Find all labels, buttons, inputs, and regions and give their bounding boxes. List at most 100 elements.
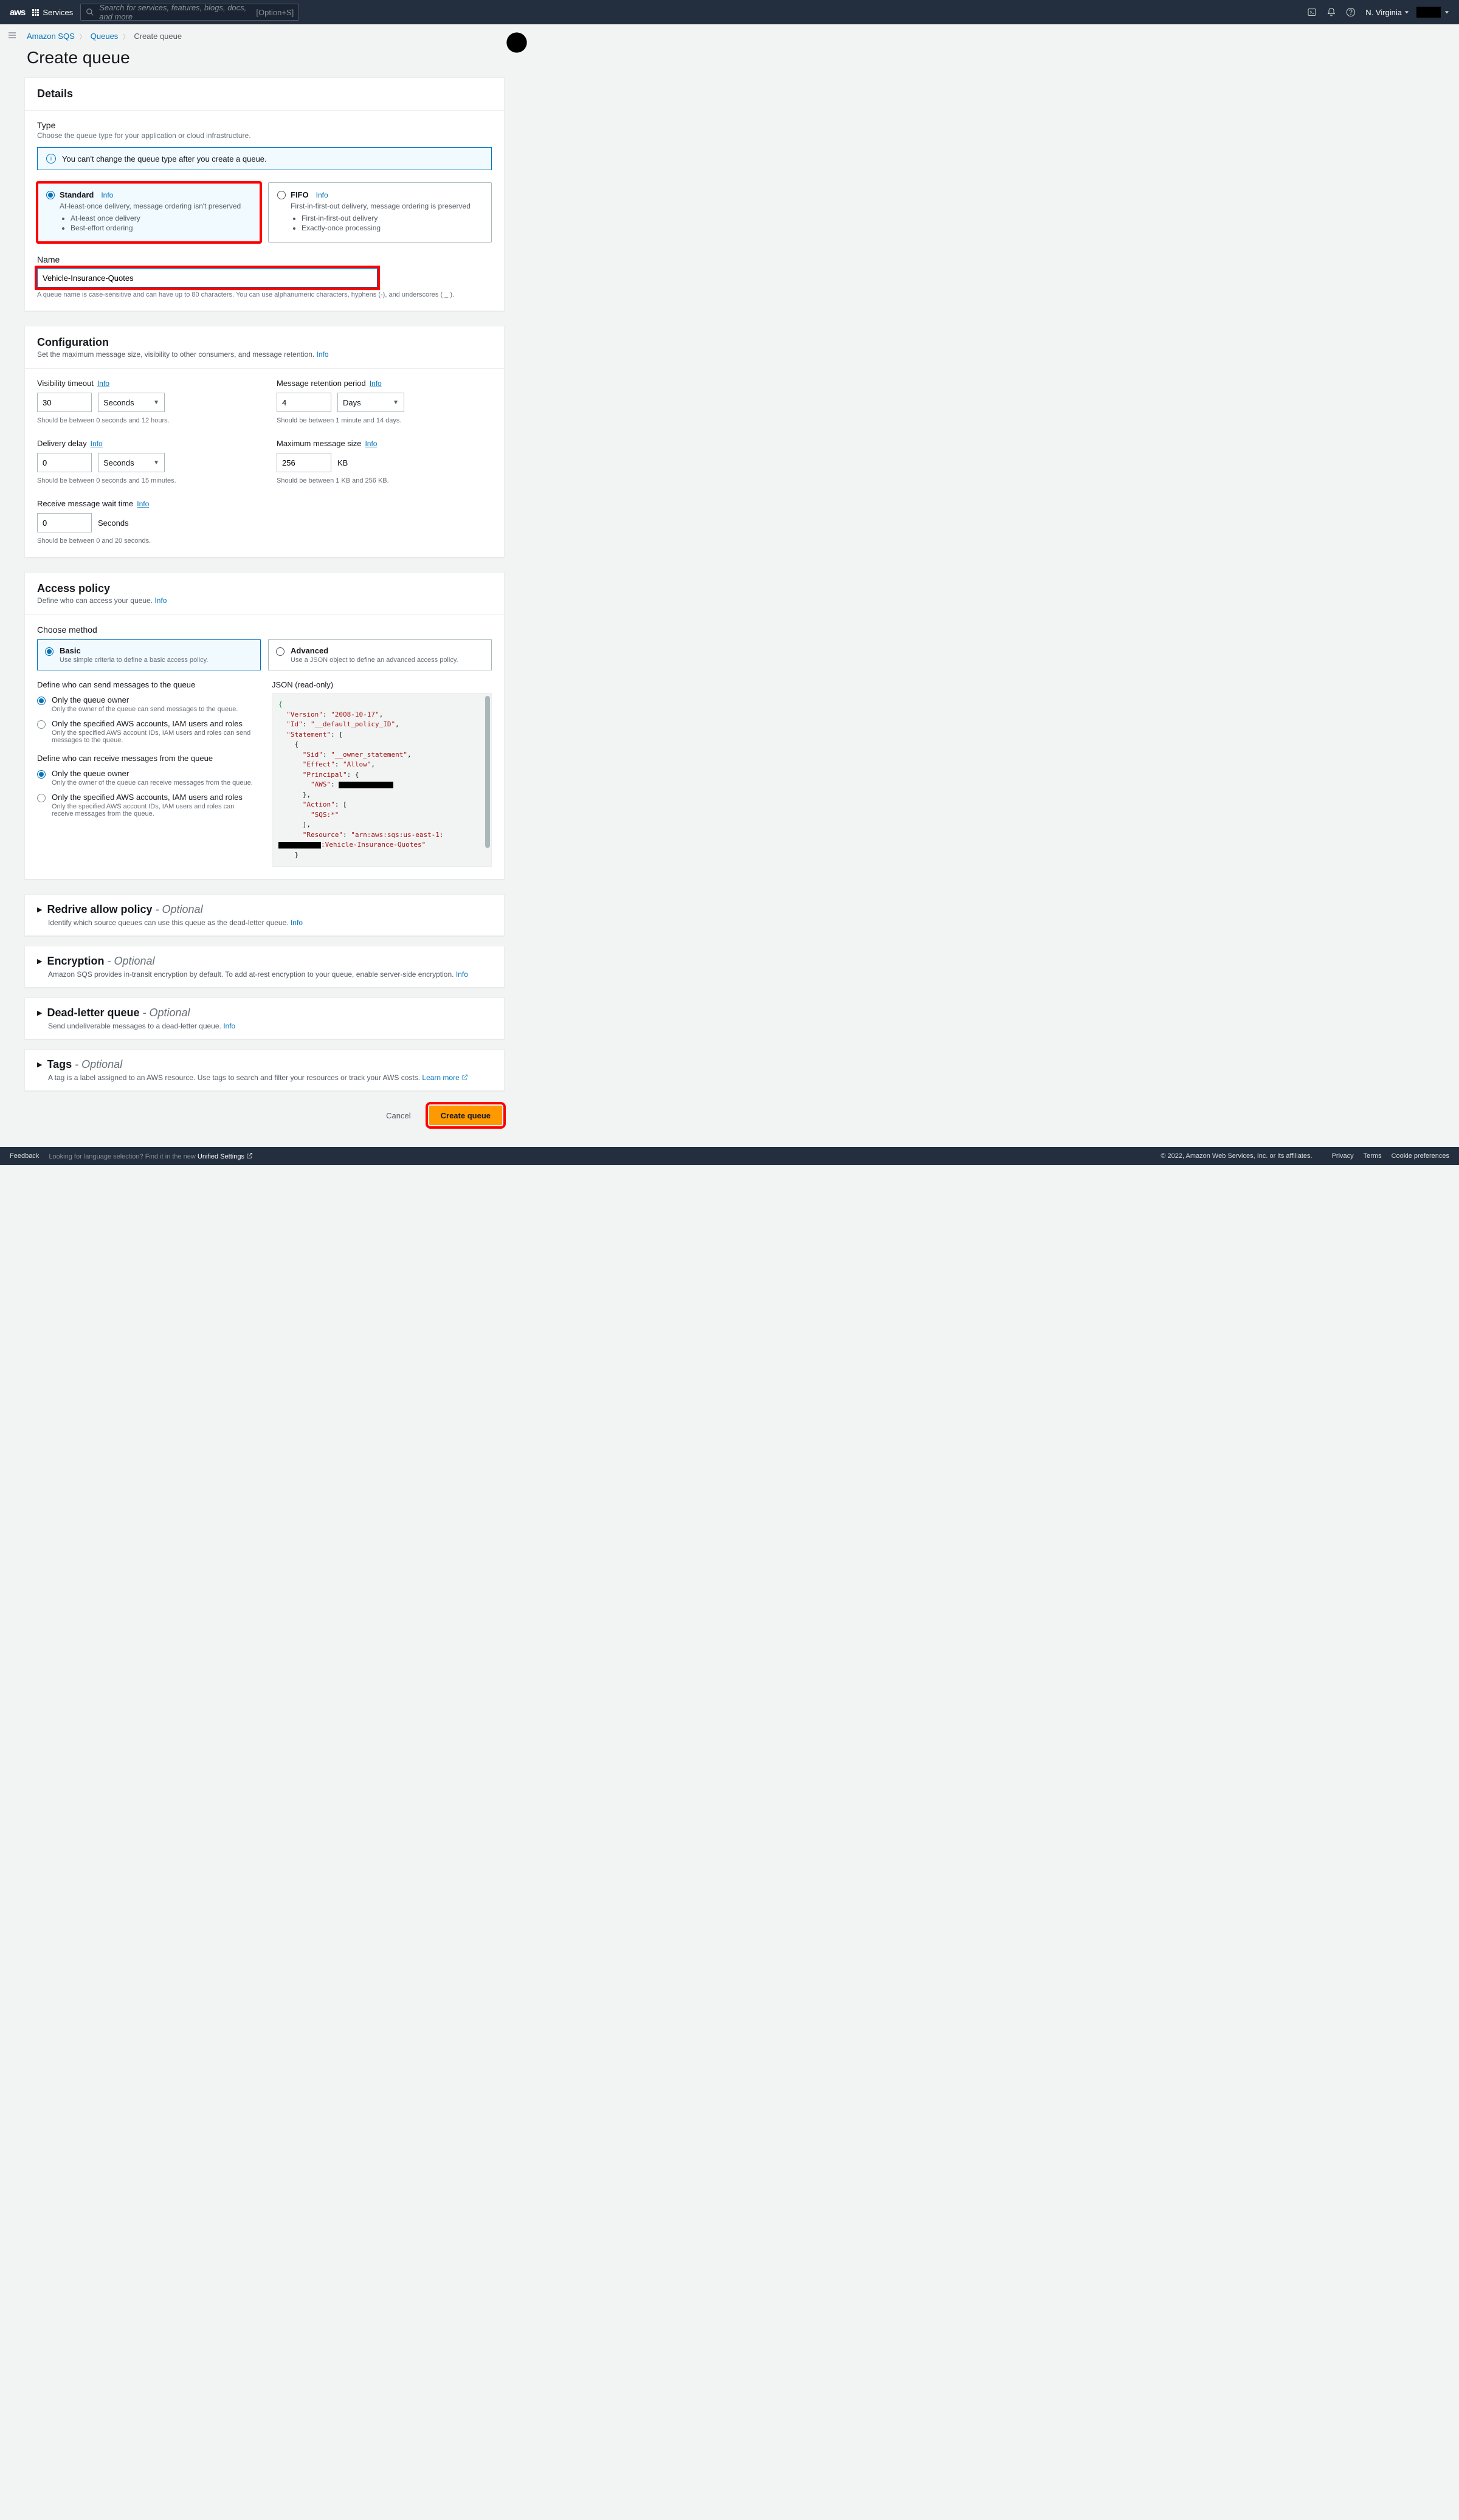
notifications-icon[interactable] [1322,2,1341,22]
hamburger-icon [7,30,17,40]
info-link[interactable]: Info [101,191,113,199]
cloudshell-icon[interactable] [1302,2,1322,22]
encryption-toggle[interactable]: ▶ Encryption - Optional [37,955,492,968]
dlq-toggle[interactable]: ▶ Dead-letter queue - Optional [37,1007,492,1019]
redacted-text [339,782,393,788]
visibility-timeout-input[interactable] [37,393,92,412]
info-icon: i [46,154,56,164]
search-icon [86,8,94,16]
delay-unit[interactable]: Seconds▼ [98,453,165,472]
chevron-right-icon: 〉 [123,32,129,41]
visibility-timeout-field: Visibility timeoutInfo Seconds▼ Should b… [37,379,252,424]
info-link[interactable]: Info [291,918,303,927]
radio-icon [37,794,46,802]
learn-more-link[interactable]: Learn more [422,1073,467,1082]
external-link-icon [461,1074,468,1081]
external-link-icon [246,1152,253,1159]
redrive-toggle[interactable]: ▶ Redrive allow policy - Optional [37,903,492,916]
services-grid-icon [32,9,39,16]
delay-input[interactable] [37,453,92,472]
search-shortcut: [Option+S] [256,8,294,17]
cancel-button[interactable]: Cancel [375,1106,421,1125]
triangle-right-icon: ▶ [37,1061,42,1069]
tags-toggle[interactable]: ▶ Tags - Optional [37,1058,492,1071]
help-icon[interactable] [1341,2,1361,22]
fifo-desc: First-in-first-out delivery, message ord… [291,202,483,210]
info-link[interactable]: Info [317,350,329,359]
visibility-hint: Should be between 0 seconds and 12 hours… [37,417,252,424]
info-link[interactable]: Info [365,439,377,448]
cookie-link[interactable]: Cookie preferences [1392,1152,1449,1160]
info-link[interactable]: Info [370,379,382,388]
wait-field: Receive message wait timeInfo Seconds Sh… [37,499,252,545]
help-panel-toggle[interactable] [505,24,529,55]
send-owner-option[interactable]: Only the queue ownerOnly the owner of th… [37,695,257,713]
fifo-title: FIFO [291,190,309,199]
info-link[interactable]: Info [91,439,103,448]
aws-logo[interactable]: aws [10,7,25,18]
method-advanced[interactable]: Advanced Use a JSON object to define an … [268,639,492,670]
info-link[interactable]: Info [223,1022,235,1030]
footer-lang: Looking for language selection? Find it … [49,1152,253,1160]
info-banner-text: You can't change the queue type after yo… [62,154,267,164]
footer-copyright: © 2022, Amazon Web Services, Inc. or its… [1161,1152,1312,1160]
info-link[interactable]: Info [456,970,468,979]
side-nav-toggle[interactable] [0,24,24,40]
details-panel: Details Type Choose the queue type for y… [24,77,505,311]
info-link[interactable]: Info [137,500,149,508]
fifo-bullets: First-in-first-out delivery Exactly-once… [302,214,483,232]
method-basic[interactable]: Basic Use simple criteria to define a ba… [37,639,261,670]
region-label: N. Virginia [1365,8,1402,17]
visibility-timeout-unit[interactable]: Seconds▼ [98,393,165,412]
radio-icon [277,191,286,199]
terms-link[interactable]: Terms [1364,1152,1382,1160]
breadcrumb-root[interactable]: Amazon SQS [27,32,75,41]
account-menu[interactable] [1416,7,1441,18]
triangle-right-icon: ▶ [37,906,42,914]
triangle-right-icon: ▶ [37,957,42,965]
type-info-banner: i You can't change the queue type after … [37,147,492,170]
recv-specified-option[interactable]: Only the specified AWS accounts, IAM use… [37,793,257,818]
create-queue-button[interactable]: Create queue [429,1106,502,1125]
tags-section: ▶ Tags - Optional A tag is a label assig… [24,1049,505,1091]
radio-icon [37,697,46,705]
standard-bullets: At-least once delivery Best-effort order… [71,214,252,232]
radio-icon [37,720,46,729]
feedback-link[interactable]: Feedback [10,1152,39,1160]
breadcrumb-queues[interactable]: Queues [91,32,119,41]
scrollbar[interactable] [485,696,490,848]
wait-hint: Should be between 0 and 20 seconds. [37,537,252,545]
radio-icon [37,770,46,779]
region-selector[interactable]: N. Virginia [1365,8,1409,17]
queue-type-fifo[interactable]: FIFO Info First-in-first-out delivery, m… [268,182,492,243]
send-specified-option[interactable]: Only the specified AWS accounts, IAM use… [37,719,257,744]
triangle-right-icon: ▶ [37,1009,42,1017]
queue-type-standard[interactable]: Standard Info At-least-once delivery, me… [37,182,261,243]
breadcrumb-current: Create queue [134,32,182,41]
type-sublabel: Choose the queue type for your applicati… [37,131,492,140]
queue-name-input[interactable] [37,268,378,287]
retention-input[interactable] [277,393,331,412]
services-menu[interactable]: Services [32,8,73,17]
info-link[interactable]: Info [154,596,167,605]
info-link[interactable]: Info [316,191,328,199]
encryption-section: ▶ Encryption - Optional Amazon SQS provi… [24,946,505,988]
global-search[interactable]: Search for services, features, blogs, do… [80,4,299,21]
unified-settings-link[interactable]: Unified Settings [198,1153,253,1160]
recv-owner-option[interactable]: Only the queue ownerOnly the owner of th… [37,769,257,787]
privacy-link[interactable]: Privacy [1332,1152,1354,1160]
wait-unit: Seconds [98,518,129,528]
chevron-right-icon: 〉 [80,32,86,41]
page-title: Create queue [24,46,505,77]
wait-input[interactable] [37,513,92,532]
redrive-section: ▶ Redrive allow policy - Optional Identi… [24,894,505,936]
info-link[interactable]: Info [97,379,109,388]
retention-unit[interactable]: Days▼ [337,393,404,412]
retention-hint: Should be between 1 minute and 14 days. [277,417,492,424]
radio-icon [276,647,285,656]
send-question: Define who can send messages to the queu… [37,680,257,689]
access-sub: Define who can access your queue. [37,596,153,605]
maxsize-input[interactable] [277,453,331,472]
caret-down-icon: ▼ [393,399,399,406]
search-placeholder: Search for services, features, blogs, do… [99,3,251,21]
